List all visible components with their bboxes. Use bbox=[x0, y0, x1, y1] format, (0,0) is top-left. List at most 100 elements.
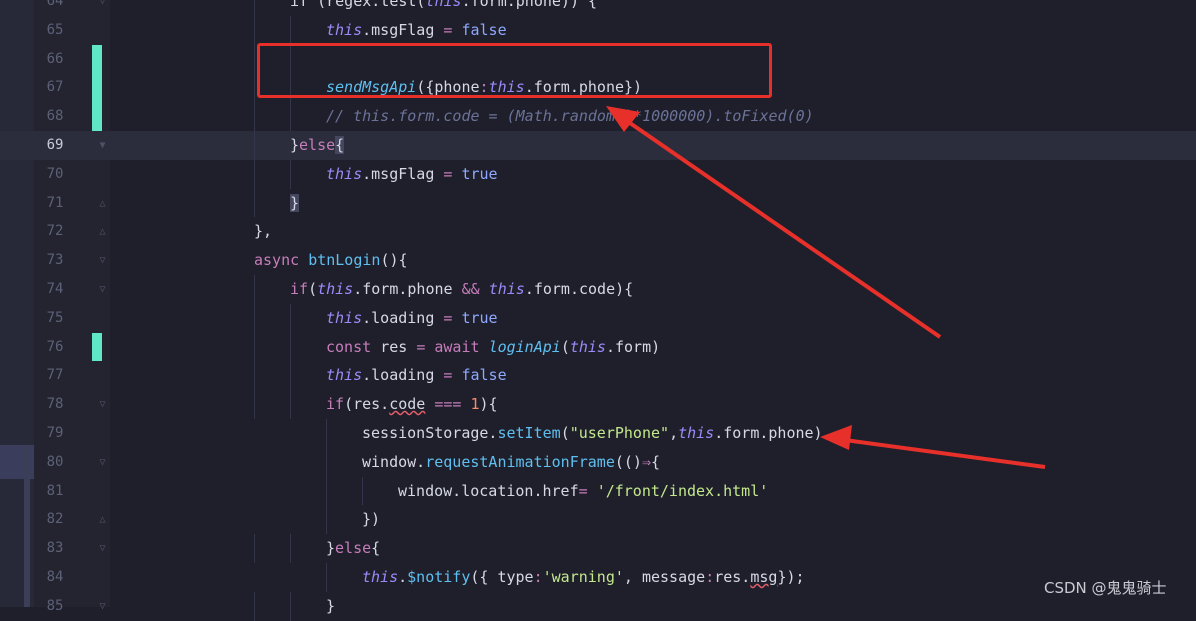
fold-toggle-icon[interactable]: ▽ bbox=[97, 399, 108, 410]
code-token: .loading bbox=[362, 308, 444, 327]
code-line[interactable]: 74 ▽ if(this.form.phone && this.form.code)… bbox=[0, 274, 1196, 304]
code-line[interactable]: 85 ▽} bbox=[0, 591, 1196, 621]
code-token: sessionStorage. bbox=[362, 423, 498, 442]
fold-toggle-icon[interactable]: ▽ bbox=[97, 255, 108, 266]
code-text: } bbox=[290, 189, 300, 218]
line-number[interactable]: 81 bbox=[34, 477, 76, 506]
fold-toggle-icon[interactable]: △ bbox=[97, 226, 108, 237]
code-token: true bbox=[452, 164, 498, 183]
code-token: = bbox=[578, 481, 588, 500]
line-number[interactable]: 77 bbox=[34, 361, 76, 390]
code-token: ( bbox=[560, 337, 570, 356]
line-number[interactable]: 65 bbox=[34, 16, 76, 45]
code-line[interactable]: 84 this.$notify({ type:'warning', message… bbox=[0, 562, 1196, 592]
code-token: ({ type bbox=[470, 567, 534, 586]
line-number[interactable]: 66 bbox=[34, 45, 76, 74]
code-text: } bbox=[326, 592, 335, 621]
line-number[interactable]: 82 bbox=[34, 505, 76, 534]
indent-guide bbox=[326, 476, 327, 506]
code-token: .form.phone)) { bbox=[461, 0, 598, 10]
code-token: false bbox=[452, 20, 507, 39]
code-token: } bbox=[326, 539, 336, 558]
line-number[interactable]: 72 bbox=[34, 217, 76, 246]
fold-toggle-icon[interactable]: △ bbox=[97, 514, 108, 525]
line-number[interactable]: 70 bbox=[34, 160, 76, 189]
line-number[interactable]: 71 bbox=[34, 189, 76, 218]
code-line[interactable]: 72 △}, bbox=[0, 217, 1196, 246]
line-number[interactable]: 76 bbox=[34, 333, 76, 362]
code-token: res bbox=[380, 337, 417, 356]
code-token: (() bbox=[614, 452, 642, 471]
fold-toggle-icon[interactable]: ▽ bbox=[97, 601, 108, 612]
code-token: else bbox=[299, 135, 336, 154]
line-number[interactable]: 67 bbox=[34, 73, 76, 102]
code-token: window.location.href bbox=[398, 481, 579, 500]
indent-guide bbox=[254, 534, 255, 563]
code-text: // this.form.code = (Math.random()*10000… bbox=[326, 102, 814, 131]
code-token: : bbox=[705, 567, 715, 586]
line-number[interactable]: 79 bbox=[34, 419, 76, 448]
vcs-change-marker[interactable] bbox=[92, 73, 102, 103]
code-line[interactable]: 83 ▽ }else{ bbox=[0, 534, 1196, 563]
vcs-change-marker[interactable] bbox=[92, 332, 102, 362]
code-token: . bbox=[398, 567, 408, 586]
code-text: }else{ bbox=[326, 534, 380, 563]
line-number[interactable]: 85 bbox=[34, 592, 76, 621]
indent-guide bbox=[290, 534, 291, 563]
code-token: const bbox=[326, 337, 381, 356]
code-line[interactable]: 65 this.msgFlag = false bbox=[0, 15, 1196, 45]
code-token: "userPhone" bbox=[569, 423, 670, 442]
line-number[interactable]: 83 bbox=[34, 534, 76, 563]
code-token: if bbox=[290, 279, 309, 298]
code-token: this bbox=[326, 164, 363, 183]
code-line[interactable]: 70 this.msgFlag = true bbox=[0, 159, 1196, 189]
code-token: .form) bbox=[605, 337, 661, 356]
code-line[interactable]: 75 this.loading = true bbox=[0, 303, 1196, 333]
code-token: this bbox=[569, 337, 606, 356]
line-number[interactable]: 84 bbox=[34, 563, 76, 592]
fold-toggle-icon[interactable]: ▽ bbox=[97, 543, 108, 554]
line-number[interactable]: 78 bbox=[34, 390, 76, 419]
code-line[interactable]: 79 sessionStorage.setItem("userPhone",thi… bbox=[0, 418, 1196, 448]
line-number[interactable]: 64 bbox=[34, 0, 76, 16]
code-token: res. bbox=[714, 567, 751, 586]
code-line[interactable]: 69 ▼}else{ bbox=[0, 130, 1196, 160]
code-token: if bbox=[326, 395, 345, 414]
code-text: if(this.form.phone && this.form.code){ bbox=[290, 275, 633, 304]
code-token: .form.phone bbox=[353, 279, 462, 298]
indent-guide bbox=[290, 15, 291, 45]
code-line[interactable]: 82 △}) bbox=[0, 505, 1196, 535]
indent-guide bbox=[290, 102, 291, 131]
fold-toggle-icon[interactable]: ▼ bbox=[97, 140, 108, 151]
fold-toggle-icon[interactable]: △ bbox=[97, 198, 108, 209]
code-token: .msgFlag bbox=[362, 164, 444, 183]
fold-toggle-icon[interactable]: ▽ bbox=[97, 284, 108, 295]
line-number[interactable]: 74 bbox=[34, 275, 76, 304]
indent-guide bbox=[290, 390, 291, 419]
line-number[interactable]: 80 bbox=[34, 448, 76, 477]
code-line[interactable]: 76 const res = await loginApi(this.form) bbox=[0, 332, 1196, 362]
vcs-change-marker[interactable] bbox=[92, 102, 102, 131]
code-text: async btnLogin(){ bbox=[254, 246, 408, 275]
code-line[interactable]: 71 △} bbox=[0, 188, 1196, 218]
code-token: .msgFlag bbox=[362, 20, 444, 39]
code-line[interactable]: 73 ▽ async btnLogin(){ bbox=[0, 246, 1196, 275]
code-line[interactable]: 64 ▽ if (regex.test(this.form.phone)) { bbox=[0, 0, 1196, 16]
code-line[interactable]: 78 ▽ if(res.code === 1){ bbox=[0, 390, 1196, 419]
vcs-change-marker[interactable] bbox=[92, 44, 102, 74]
code-token: this bbox=[326, 366, 363, 385]
code-line[interactable]: 77 this.loading = false bbox=[0, 361, 1196, 391]
indent-guide bbox=[254, 102, 255, 131]
code-token: : bbox=[533, 567, 543, 586]
fold-toggle-icon[interactable]: ▽ bbox=[97, 0, 108, 7]
code-line[interactable]: 80 ▽ window.requestAnimationFrame(()⇒{ bbox=[0, 447, 1196, 477]
code-line[interactable]: 81 window.location.href= '/front/index.ht… bbox=[0, 476, 1196, 506]
code-token: { bbox=[335, 135, 345, 154]
code-line[interactable]: 68 // this.form.code = (Math.random()*100… bbox=[0, 102, 1196, 131]
indent-guide bbox=[326, 447, 327, 477]
line-number[interactable]: 73 bbox=[34, 246, 76, 275]
line-number[interactable]: 75 bbox=[34, 304, 76, 333]
line-number[interactable]: 69 bbox=[34, 131, 76, 160]
fold-toggle-icon[interactable]: ▽ bbox=[97, 457, 108, 468]
line-number[interactable]: 68 bbox=[34, 102, 76, 131]
